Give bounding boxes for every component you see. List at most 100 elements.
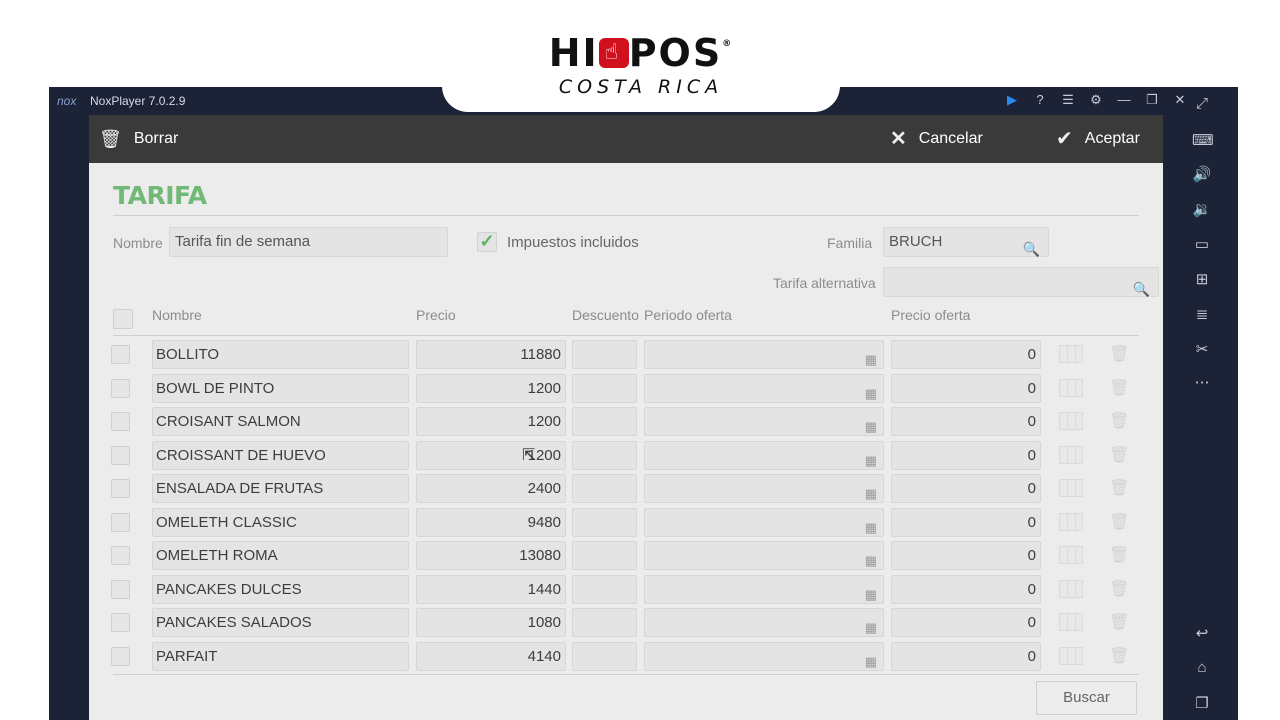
discount-cell[interactable] xyxy=(572,641,637,671)
product-name-cell[interactable]: ENSALADA DE FRUTAS xyxy=(152,474,409,503)
trash-icon[interactable]: 🗑 xyxy=(1109,646,1129,666)
discount-cell[interactable] xyxy=(572,608,637,637)
offer-price-cell[interactable]: 0 xyxy=(891,474,1041,503)
accept-button[interactable]: ✔ Aceptar xyxy=(1056,115,1140,163)
fullscreen-icon[interactable]: ⤢ xyxy=(1192,95,1212,112)
calendar-icon[interactable]: ▦ xyxy=(865,480,877,507)
price-cell[interactable]: 9480 xyxy=(416,507,566,537)
row-checkbox[interactable] xyxy=(111,646,130,666)
offer-price-cell[interactable]: 0 xyxy=(891,507,1041,537)
price-cell[interactable]: 11880 xyxy=(416,340,566,369)
trash-icon[interactable]: 🗑 xyxy=(1109,344,1129,364)
discount-cell[interactable] xyxy=(572,440,637,470)
row-checkbox[interactable] xyxy=(111,445,130,465)
calendar-icon[interactable]: ▦ xyxy=(865,514,877,541)
calendar-icon[interactable]: ▦ xyxy=(865,648,877,675)
discount-cell[interactable] xyxy=(572,507,637,537)
discount-cell[interactable] xyxy=(572,373,637,403)
table-icon[interactable] xyxy=(1059,613,1083,631)
offer-price-cell[interactable]: 0 xyxy=(891,440,1041,470)
row-checkbox[interactable] xyxy=(111,579,130,599)
keyboard-icon[interactable]: ⌨ xyxy=(1192,131,1214,149)
product-name-cell[interactable]: OMELETH CLASSIC xyxy=(152,507,409,537)
offer-period-cell[interactable]: ▦ xyxy=(644,574,884,604)
product-name-cell[interactable]: BOWL DE PINTO xyxy=(152,373,409,403)
offer-period-cell[interactable]: ▦ xyxy=(644,507,884,537)
screen-icon[interactable]: ▭ xyxy=(1192,235,1212,253)
offer-period-cell[interactable]: ▦ xyxy=(644,641,884,671)
alt-rate-field[interactable]: 🔍 xyxy=(883,267,1159,297)
offer-period-cell[interactable]: ▦ xyxy=(644,541,884,570)
volume-down-icon[interactable]: 🔉 xyxy=(1192,200,1212,218)
row-checkbox[interactable] xyxy=(111,345,130,364)
offer-price-cell[interactable]: 0 xyxy=(891,373,1041,403)
trash-icon[interactable]: 🗑 xyxy=(1109,378,1129,398)
price-cell[interactable]: 2400 xyxy=(416,474,566,503)
trash-icon[interactable]: 🗑 xyxy=(1109,579,1129,599)
calendar-icon[interactable]: ▦ xyxy=(865,547,877,574)
table-icon[interactable] xyxy=(1059,445,1083,464)
offer-price-cell[interactable]: 0 xyxy=(891,541,1041,570)
minimize-icon[interactable]: — xyxy=(1110,92,1138,108)
play-icon[interactable]: ▶ xyxy=(998,92,1026,108)
row-checkbox[interactable] xyxy=(111,613,130,632)
home-icon[interactable]: ⌂ xyxy=(1192,659,1212,676)
price-cell[interactable]: 1200 xyxy=(416,373,566,403)
settings-icon[interactable]: ⚙ xyxy=(1082,92,1110,108)
volume-up-icon[interactable]: 🔊 xyxy=(1192,165,1212,183)
calendar-icon[interactable]: ▦ xyxy=(865,447,877,474)
product-name-cell[interactable]: BOLLITO xyxy=(152,340,409,369)
offer-price-cell[interactable]: 0 xyxy=(891,340,1041,369)
discount-cell[interactable] xyxy=(572,574,637,604)
help-icon[interactable]: ? xyxy=(1026,92,1054,108)
offer-period-cell[interactable]: ▦ xyxy=(644,407,884,436)
scissors-icon[interactable]: ✂ xyxy=(1192,340,1212,358)
discount-cell[interactable] xyxy=(572,340,637,369)
table-icon[interactable] xyxy=(1059,412,1083,430)
calendar-icon[interactable]: ▦ xyxy=(865,413,877,440)
price-cell[interactable]: 1200 xyxy=(416,440,566,470)
table-icon[interactable] xyxy=(1059,512,1083,531)
recent-apps-icon[interactable]: ❐ xyxy=(1192,694,1212,712)
offer-period-cell[interactable]: ▦ xyxy=(644,474,884,503)
offer-period-cell[interactable]: ▦ xyxy=(644,440,884,470)
product-name-cell[interactable]: PARFAIT xyxy=(152,641,409,671)
price-cell[interactable]: 4140 xyxy=(416,641,566,671)
search-icon[interactable]: 🔍 xyxy=(1023,235,1040,263)
row-checkbox[interactable] xyxy=(111,546,130,565)
discount-cell[interactable] xyxy=(572,407,637,436)
trash-icon[interactable]: 🗑 xyxy=(1109,512,1129,532)
price-cell[interactable]: 1080 xyxy=(416,608,566,637)
offer-price-cell[interactable]: 0 xyxy=(891,407,1041,436)
multi-instance-icon[interactable]: ≣ xyxy=(1192,305,1212,323)
product-name-cell[interactable]: PANCAKES DULCES xyxy=(152,574,409,604)
calendar-icon[interactable]: ▦ xyxy=(865,346,877,373)
row-checkbox[interactable] xyxy=(111,412,130,431)
table-icon[interactable] xyxy=(1059,546,1083,564)
row-checkbox[interactable] xyxy=(111,512,130,532)
search-icon[interactable]: 🔍 xyxy=(1133,275,1150,303)
offer-period-cell[interactable]: ▦ xyxy=(644,373,884,403)
trash-icon[interactable]: 🗑 xyxy=(1109,411,1129,431)
product-name-cell[interactable]: CROISANT SALMON xyxy=(152,407,409,436)
more-icon[interactable]: ⋯ xyxy=(1192,373,1212,391)
product-name-cell[interactable]: OMELETH ROMA xyxy=(152,541,409,570)
table-icon[interactable] xyxy=(1059,345,1083,363)
row-checkbox[interactable] xyxy=(111,479,130,498)
search-button[interactable]: Buscar xyxy=(1036,681,1137,715)
product-name-cell[interactable]: CROISSANT DE HUEVO xyxy=(152,440,409,470)
trash-icon[interactable]: 🗑 xyxy=(1109,545,1129,565)
table-icon[interactable] xyxy=(1059,378,1083,397)
back-icon[interactable]: ↩ xyxy=(1192,624,1212,642)
discount-cell[interactable] xyxy=(572,474,637,503)
offer-period-cell[interactable]: ▦ xyxy=(644,340,884,369)
row-checkbox[interactable] xyxy=(111,378,130,398)
trash-icon[interactable]: 🗑 xyxy=(1109,478,1129,498)
trash-icon[interactable]: 🗑 xyxy=(1109,612,1129,632)
calendar-icon[interactable]: ▦ xyxy=(865,380,877,407)
offer-price-cell[interactable]: 0 xyxy=(891,608,1041,637)
family-field[interactable]: BRUCH 🔍 xyxy=(883,227,1049,257)
calendar-icon[interactable]: ▦ xyxy=(865,614,877,641)
table-icon[interactable] xyxy=(1059,579,1083,598)
offer-price-cell[interactable]: 0 xyxy=(891,641,1041,671)
